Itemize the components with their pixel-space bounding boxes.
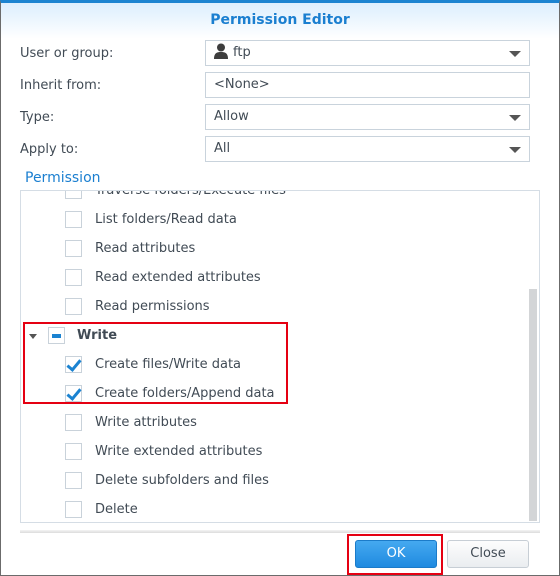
checkbox-checked[interactable] — [65, 356, 82, 373]
chevron-down-icon[interactable] — [509, 115, 521, 121]
permission-label: List folders/Read data — [95, 212, 237, 227]
title-bar: Permission Editor — [1, 3, 559, 39]
apply-to-select[interactable]: All — [205, 136, 530, 162]
window-title: Permission Editor — [210, 12, 350, 28]
permission-item-list-folders[interactable]: List folders/Read data — [21, 207, 521, 233]
footer-divider — [20, 530, 540, 533]
checkbox[interactable] — [65, 191, 82, 199]
permission-item-write-extended-attributes[interactable]: Write extended attributes — [21, 439, 521, 465]
type-row: Type: Allow — [20, 104, 530, 132]
permission-item-create-folders[interactable]: Create folders/Append data — [21, 381, 521, 407]
user-icon — [214, 43, 228, 59]
chevron-down-icon[interactable] — [509, 147, 521, 153]
permission-item-read-permissions[interactable]: Read permissions — [21, 294, 521, 320]
apply-to-row: Apply to: All — [20, 136, 530, 164]
permission-item-traverse[interactable]: Traverse folders/Execute files — [21, 190, 521, 204]
checkbox[interactable] — [65, 472, 82, 489]
checkbox[interactable] — [65, 414, 82, 431]
inherit-from-value: <None> — [214, 77, 270, 92]
type-select[interactable]: Allow — [205, 104, 530, 130]
permission-label: Write attributes — [95, 415, 197, 430]
inherit-from-label: Inherit from: — [20, 78, 102, 93]
checkbox[interactable] — [65, 269, 82, 286]
permission-item-delete[interactable]: Delete — [21, 497, 521, 522]
checkbox[interactable] — [65, 443, 82, 460]
close-button[interactable]: Close — [447, 540, 529, 568]
checkbox[interactable] — [65, 501, 82, 518]
user-or-group-select[interactable]: ftp — [205, 40, 530, 66]
permission-list: Traverse folders/Execute files List fold… — [20, 190, 540, 523]
permission-label: Traverse folders/Execute files — [95, 190, 286, 198]
apply-to-value: All — [214, 141, 231, 156]
permission-label: Read extended attributes — [95, 270, 261, 285]
permission-label: Write extended attributes — [95, 444, 263, 459]
inherit-from-row: Inherit from: <None> — [20, 72, 530, 100]
scrollbar[interactable] — [529, 289, 537, 521]
permission-label: Read attributes — [95, 241, 196, 256]
checkbox[interactable] — [65, 298, 82, 315]
checkbox[interactable] — [65, 211, 82, 228]
checkbox-checked[interactable] — [65, 385, 82, 402]
permission-label: Create files/Write data — [95, 357, 242, 372]
permission-group-write[interactable]: Write — [21, 323, 521, 349]
inherit-from-field: <None> — [205, 72, 530, 98]
user-or-group-value: ftp — [233, 45, 251, 60]
permission-label: Read permissions — [95, 299, 210, 314]
permission-item-write-attributes[interactable]: Write attributes — [21, 410, 521, 436]
user-or-group-label: User or group: — [20, 46, 114, 61]
expand-arrow-icon[interactable] — [29, 334, 37, 339]
permission-section-title: Permission — [25, 170, 101, 186]
permission-item-create-files[interactable]: Create files/Write data — [21, 352, 521, 378]
ok-button[interactable]: OK — [355, 540, 437, 568]
permission-label: Delete subfolders and files — [95, 473, 269, 488]
permission-item-read-extended-attributes[interactable]: Read extended attributes — [21, 265, 521, 291]
checkbox-partial[interactable] — [48, 327, 65, 344]
permission-item-delete-subfolders[interactable]: Delete subfolders and files — [21, 468, 521, 494]
type-label: Type: — [20, 110, 55, 125]
user-or-group-row: User or group: ftp — [20, 40, 530, 68]
permission-label: Delete — [95, 502, 138, 517]
permission-label: Create folders/Append data — [95, 386, 275, 401]
permission-item-read-attributes[interactable]: Read attributes — [21, 236, 521, 262]
checkbox[interactable] — [65, 240, 82, 257]
chevron-down-icon[interactable] — [509, 51, 521, 57]
type-value: Allow — [214, 109, 249, 124]
permission-group-label: Write — [77, 328, 118, 343]
apply-to-label: Apply to: — [20, 142, 79, 157]
